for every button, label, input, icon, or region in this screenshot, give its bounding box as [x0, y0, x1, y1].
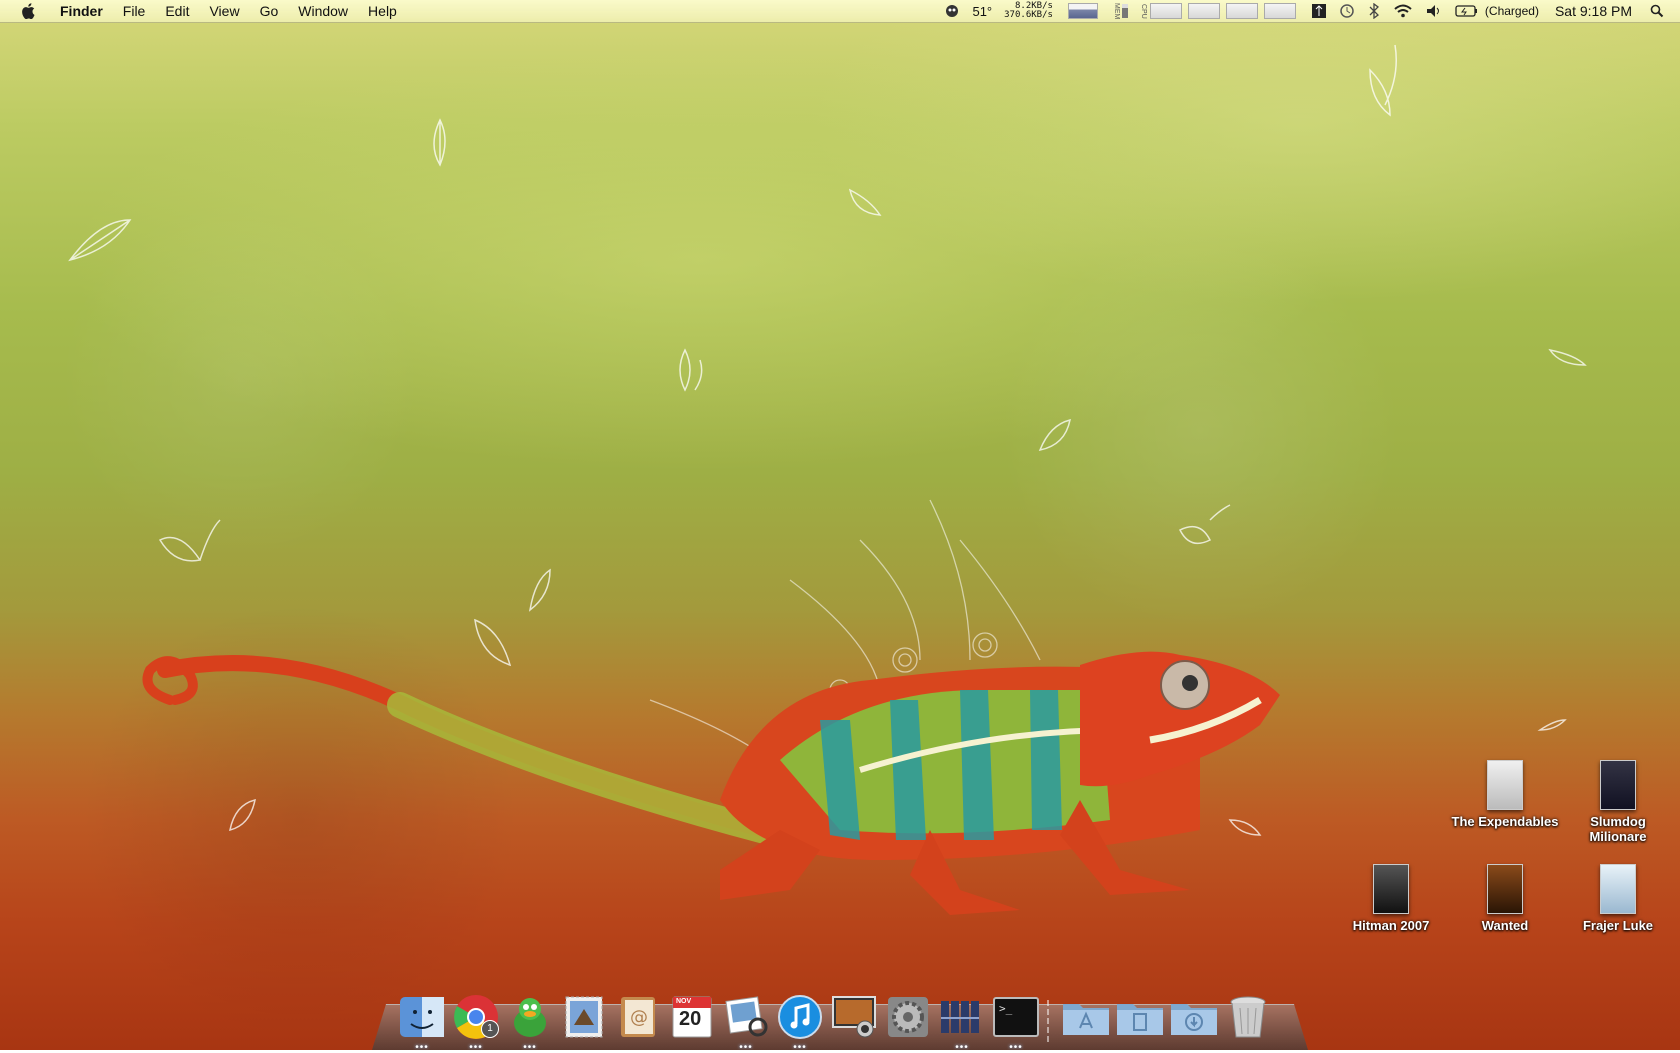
leaf-doodle: [474, 618, 512, 667]
apple-logo-icon[interactable]: [18, 0, 38, 22]
trash-icon: [1230, 996, 1266, 1038]
desktop-icon-label: Wanted: [1481, 918, 1529, 933]
menu-window[interactable]: Window: [288, 0, 358, 22]
leaf-doodle: [1038, 418, 1071, 452]
terminal-prompt: >_: [999, 1002, 1013, 1015]
dock-finder[interactable]: •••: [397, 992, 447, 1053]
applications-folder-icon: [1063, 1004, 1109, 1035]
leaf-doodle: [1537, 719, 1567, 731]
dock-separator: [1047, 1000, 1055, 1042]
mail-stamp-icon: [565, 996, 603, 1038]
bluetooth-icon[interactable]: [1367, 0, 1381, 22]
time-machine-icon[interactable]: [1339, 0, 1355, 22]
dock-address-book[interactable]: @: [613, 992, 663, 1042]
dock-itunes[interactable]: •••: [775, 992, 825, 1053]
leaf-doodle: [229, 798, 256, 832]
movie-file-icon: [1600, 760, 1636, 810]
status-menus: 51° 8.2KB/s 370.6KB/s MEM CPU (Charged) …: [938, 0, 1680, 22]
butterfly-doodle: [679, 348, 703, 392]
network-download-speed: 370.6KB/s: [1004, 10, 1053, 20]
movie-file-icon: [1487, 760, 1523, 810]
battery-icon[interactable]: [1455, 0, 1479, 22]
leaf-doodle: [68, 219, 132, 262]
desktop-icon-frajer-luke[interactable]: Frajer Luke: [1563, 864, 1673, 933]
wifi-icon[interactable]: [1393, 0, 1413, 22]
movie-file-icon: [1487, 864, 1523, 914]
address-book-icon: @: [621, 997, 655, 1037]
dock: ••• 1 ••• ••• @ NOV 20 ••• ••• ••• >_ ••: [395, 982, 1275, 1053]
dock-mail[interactable]: [559, 992, 609, 1042]
downloads-folder-icon: [1171, 1004, 1217, 1035]
system-monitor-icon[interactable]: [944, 0, 960, 22]
svg-text:@: @: [630, 1007, 648, 1028]
butterfly-doodle: [1178, 504, 1231, 545]
dock-ical[interactable]: NOV 20: [667, 992, 717, 1042]
spotlight-icon[interactable]: [1650, 0, 1664, 22]
mem-label: MEM: [1112, 2, 1120, 20]
dock-downloads-folder[interactable]: [1169, 992, 1219, 1042]
desktop-icon-wanted[interactable]: Wanted: [1450, 864, 1560, 933]
menu-bar: Finder File Edit View Go Window Help 51°…: [0, 0, 1680, 23]
chrome-badge: 1: [481, 1020, 499, 1038]
menu-go[interactable]: Go: [250, 0, 289, 22]
menu-app-finder[interactable]: Finder: [50, 0, 113, 22]
cpu-meter[interactable]: CPU: [1140, 0, 1299, 22]
desktop-icon-label: Hitman 2007: [1352, 918, 1430, 933]
dock-trash[interactable]: [1223, 992, 1273, 1042]
memory-meter[interactable]: MEM: [1113, 0, 1128, 22]
desktop-icon-label: Frajer Luke: [1582, 918, 1654, 933]
desktop-icon-label: Slumdog Milionare: [1589, 814, 1647, 844]
dock-documents-folder[interactable]: [1115, 992, 1165, 1042]
desktop-icon-hitman-2007[interactable]: Hitman 2007: [1336, 864, 1446, 933]
documents-folder-icon: [1117, 1004, 1163, 1035]
leaf-doodle: [1228, 819, 1262, 836]
leaf-doodle: [848, 188, 882, 216]
calendar-day: 20: [679, 1008, 702, 1030]
menu-view[interactable]: View: [199, 0, 249, 22]
calendar-month: NOV: [676, 998, 692, 1005]
leaf-doodle: [528, 568, 551, 612]
movie-file-icon: [1373, 864, 1409, 914]
leaf-doodle: [433, 118, 446, 167]
movie-file-icon: [1600, 864, 1636, 914]
dock-photo-booth[interactable]: [829, 992, 879, 1042]
adium-duck-icon: [514, 998, 546, 1037]
activity-bars-icon: [941, 1001, 979, 1033]
battery-status[interactable]: (Charged): [1485, 0, 1539, 22]
network-speed[interactable]: 8.2KB/s 370.6KB/s: [1004, 0, 1053, 22]
cpu-label: CPU: [1139, 3, 1147, 19]
dock-istat[interactable]: •••: [937, 992, 987, 1053]
preview-icon: [725, 996, 768, 1037]
istat-menu-icon[interactable]: [1311, 0, 1327, 22]
desktop-icon-slumdog-milionare[interactable]: Slumdog Milionare: [1563, 760, 1673, 844]
itunes-icon: [778, 995, 822, 1039]
clock[interactable]: Sat 9:18 PM: [1555, 0, 1632, 22]
desktop-icon-label: The Expendables: [1451, 814, 1559, 829]
finder-icon: [400, 997, 444, 1037]
desktop-icon-the-expendables[interactable]: The Expendables: [1450, 760, 1560, 829]
temperature-readout[interactable]: 51°: [972, 0, 992, 22]
menu-file[interactable]: File: [113, 0, 156, 22]
photo-booth-icon: [832, 996, 876, 1038]
dock-system-preferences[interactable]: [883, 992, 933, 1042]
butterfly-doodle: [158, 519, 221, 562]
leaf-doodle: [1548, 348, 1587, 366]
dock-applications-folder[interactable]: [1061, 992, 1111, 1042]
gear-icon: [888, 997, 928, 1037]
volume-icon[interactable]: [1425, 0, 1443, 22]
network-graph[interactable]: [1065, 0, 1101, 22]
dock-chrome[interactable]: 1 •••: [451, 992, 501, 1053]
dock-terminal[interactable]: >_ •••: [991, 992, 1041, 1053]
dock-adium[interactable]: •••: [505, 992, 555, 1053]
menu-edit[interactable]: Edit: [155, 0, 199, 22]
dock-preview[interactable]: •••: [721, 992, 771, 1053]
menu-help[interactable]: Help: [358, 0, 407, 22]
butterfly-doodle: [1369, 44, 1397, 117]
